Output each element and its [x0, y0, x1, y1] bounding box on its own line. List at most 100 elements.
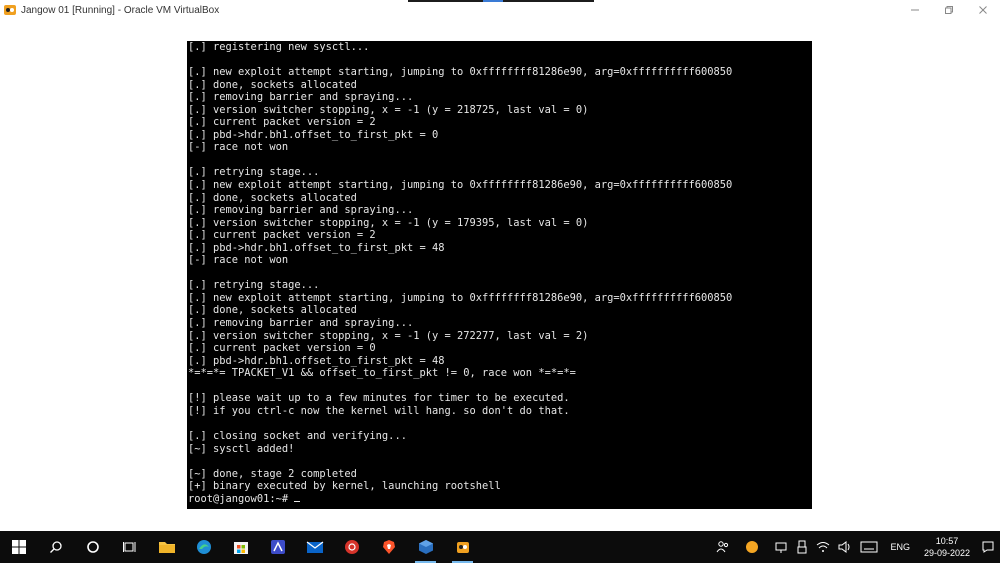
- console-line: [.] registering new sysctl...: [188, 41, 370, 53]
- usb-icon: [797, 540, 807, 554]
- start-button[interactable]: [0, 531, 37, 563]
- wifi-icon: [817, 542, 830, 552]
- task-view-icon: [122, 542, 135, 552]
- restore-button[interactable]: [932, 0, 966, 20]
- people-icon: [717, 541, 729, 553]
- keyboard-icon: [860, 541, 878, 553]
- close-button[interactable]: [966, 0, 1000, 20]
- console-line: [.] current packet version = 2: [188, 229, 376, 242]
- ide-icon: [270, 540, 285, 554]
- console-line: [.] version switcher stopping, x = -1 (y…: [188, 216, 589, 229]
- text-cursor: [294, 500, 301, 502]
- mail-button[interactable]: [296, 531, 333, 563]
- console-line: [.] pbd->hdr.bh1.offset_to_first_pkt = 4…: [188, 241, 445, 254]
- console-line: [!] if you ctrl-c now the kernel will ha…: [188, 404, 570, 417]
- shell-prompt-line[interactable]: root@jangow01:~#: [188, 493, 812, 506]
- keyboard-button[interactable]: [856, 531, 882, 563]
- notification-button[interactable]: [976, 531, 1000, 563]
- virtualbox-icon: [418, 540, 433, 554]
- network-adapter-icon: [775, 542, 787, 553]
- console-line: [.] new exploit attempt starting, jumpin…: [188, 179, 733, 192]
- close-icon: [979, 6, 987, 14]
- console-line: [.] pbd->hdr.bh1.offset_to_first_pkt = 0: [188, 128, 439, 141]
- language-indicator[interactable]: ENG: [882, 531, 918, 563]
- clock-date: 29-09-2022: [923, 548, 970, 558]
- volume-icon: [838, 541, 850, 553]
- weather-icon: [746, 541, 759, 553]
- task-view-button[interactable]: [111, 531, 148, 563]
- mail-icon: [306, 541, 323, 553]
- edge-icon: [196, 540, 211, 554]
- console-line: [.] done, sockets allocated: [188, 191, 357, 204]
- console-line: [.] removing barrier and spraying...: [188, 204, 414, 217]
- window-controls: [898, 0, 1000, 20]
- virtualbox-app-icon: [3, 3, 17, 17]
- antivirus-button[interactable]: [333, 531, 370, 563]
- system-tray: ENG 10:57 29-09-2022: [712, 531, 1000, 563]
- console-line: [.] done, sockets allocated: [188, 304, 357, 317]
- vm-mini-toolbar-handle[interactable]: [483, 0, 503, 2]
- search-button[interactable]: [37, 531, 74, 563]
- shell-prompt: root@jangow01:~#: [188, 492, 295, 505]
- console-line: [.] removing barrier and spraying...: [188, 317, 414, 330]
- console-line: [.] current packet version = 0: [188, 342, 376, 355]
- clock-time: 10:57: [935, 536, 959, 546]
- minimize-button[interactable]: [898, 0, 932, 20]
- console-line: [.] done, sockets allocated: [188, 78, 357, 91]
- minimize-icon: [911, 9, 919, 11]
- people-button[interactable]: [712, 531, 734, 563]
- cortana-button[interactable]: [74, 531, 111, 563]
- console-output: [.] registering new sysctl... [.] new exp…: [187, 41, 812, 505]
- brave-button[interactable]: [370, 531, 407, 563]
- console-line: [.] pbd->hdr.bh1.offset_to_first_pkt = 4…: [188, 354, 445, 367]
- console-line: [~] done, stage 2 completed: [188, 467, 357, 480]
- console-line: [.] new exploit attempt starting, jumpin…: [188, 66, 733, 79]
- microsoft-store-icon: [233, 542, 248, 554]
- console-line: [-] race not won: [188, 254, 289, 267]
- virtualbox-button[interactable]: [407, 531, 444, 563]
- weather-button[interactable]: [734, 531, 770, 563]
- search-icon: [49, 541, 62, 553]
- jangow-vm-icon: [456, 542, 469, 553]
- network-adapter-button[interactable]: [770, 531, 792, 563]
- clock[interactable]: 10:57 29-09-2022: [918, 531, 976, 563]
- console-line: [-] race not won: [188, 141, 289, 154]
- brave-icon: [382, 540, 395, 554]
- window-title: Jangow 01 [Running] - Oracle VM VirtualB…: [21, 4, 220, 16]
- antivirus-icon: [344, 540, 359, 554]
- cortana-icon: [86, 541, 99, 553]
- microsoft-store-button[interactable]: [222, 531, 259, 563]
- console-line: [.] new exploit attempt starting, jumpin…: [188, 291, 733, 304]
- console-line: *=*=*= TPACKET_V1 && offset_to_first_pkt…: [188, 367, 576, 380]
- file-explorer-icon: [158, 542, 175, 553]
- vm-console-screen[interactable]: [.] registering new sysctl... [.] new exp…: [187, 41, 812, 509]
- window-title-bar[interactable]: Jangow 01 [Running] - Oracle VM VirtualB…: [0, 0, 1000, 20]
- console-line: [.] removing barrier and spraying...: [188, 91, 414, 104]
- file-explorer-button[interactable]: [148, 531, 185, 563]
- console-line: [!] please wait up to a few minutes for …: [188, 392, 570, 405]
- console-line: [.] version switcher stopping, x = -1 (y…: [188, 103, 589, 116]
- console-line: [.] retrying stage...: [188, 279, 320, 292]
- volume-button[interactable]: [834, 531, 856, 563]
- ide-button[interactable]: [259, 531, 296, 563]
- console-line: [+] binary executed by kernel, launching…: [188, 480, 501, 493]
- console-line: [~] sysctl added!: [188, 442, 295, 455]
- wifi-button[interactable]: [812, 531, 834, 563]
- usb-button[interactable]: [792, 531, 812, 563]
- jangow-vm-button[interactable]: [444, 531, 481, 563]
- console-line: [.] retrying stage...: [188, 166, 320, 179]
- edge-button[interactable]: [185, 531, 222, 563]
- restore-icon: [945, 6, 953, 14]
- console-line: [.] version switcher stopping, x = -1 (y…: [188, 329, 589, 342]
- notification-icon: [982, 541, 994, 553]
- console-line: [.] current packet version = 2: [188, 116, 376, 129]
- taskbar: ENG 10:57 29-09-2022: [0, 531, 1000, 563]
- console-line: [.] closing socket and verifying...: [188, 429, 407, 442]
- windows-start-icon: [11, 540, 26, 554]
